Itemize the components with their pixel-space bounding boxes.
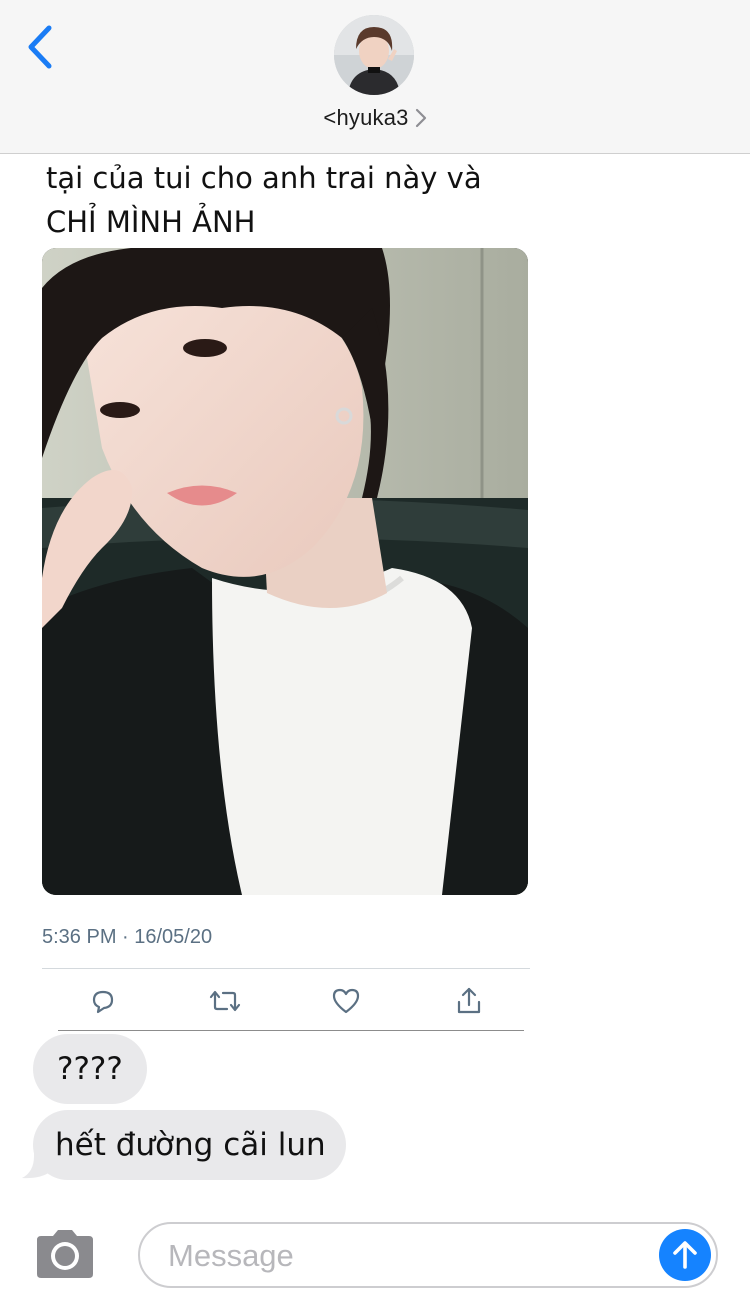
camera-button[interactable] — [33, 1228, 97, 1280]
share-button[interactable] — [446, 978, 492, 1024]
tweet-photo[interactable] — [42, 248, 528, 895]
reply-button[interactable] — [80, 978, 126, 1024]
bubble-tail — [22, 1146, 50, 1179]
divider — [42, 968, 530, 969]
message-input[interactable] — [166, 1233, 640, 1279]
back-button[interactable] — [18, 22, 62, 72]
imessage-screen: <hyuka3 tại của tui cho anh trai này và … — [0, 0, 750, 1299]
conversation-header: <hyuka3 — [0, 0, 750, 154]
tweet-text: tại của tui cho anh trai này và CHỈ MÌNH… — [46, 156, 566, 244]
avatar-photo — [334, 15, 414, 95]
reply-icon — [92, 990, 114, 1014]
retweet-icon — [209, 990, 241, 1012]
send-button[interactable] — [659, 1229, 711, 1281]
contact-name: <hyuka3 — [323, 105, 409, 130]
message-input-field[interactable] — [138, 1222, 718, 1288]
like-button[interactable] — [323, 978, 369, 1024]
tweet-text-line: tại của tui cho anh trai này và — [46, 161, 482, 195]
divider — [58, 1030, 524, 1031]
contact-title[interactable]: <hyuka3 — [0, 102, 750, 134]
contact-avatar[interactable] — [334, 15, 414, 95]
tweet-action-bar — [42, 978, 530, 1024]
message-bubble[interactable]: hết đường cãi lun — [33, 1110, 346, 1180]
share-icon — [457, 987, 481, 1014]
message-bubble[interactable]: ???? — [33, 1034, 147, 1104]
chevron-right-icon — [415, 108, 427, 128]
tweet-timestamp: 5:36 PM · 16/05/20 — [42, 926, 213, 948]
send-arrow-icon — [673, 1241, 697, 1269]
chevron-left-icon — [28, 25, 52, 69]
selfie-photo — [42, 248, 528, 895]
message-text: hết đường cãi lun — [55, 1127, 326, 1163]
retweet-button[interactable] — [202, 978, 248, 1024]
tweet-text-line: CHỈ MÌNH ẢNH — [46, 205, 256, 239]
heart-icon — [332, 988, 360, 1014]
camera-icon — [37, 1230, 93, 1278]
message-text: ???? — [57, 1051, 123, 1087]
